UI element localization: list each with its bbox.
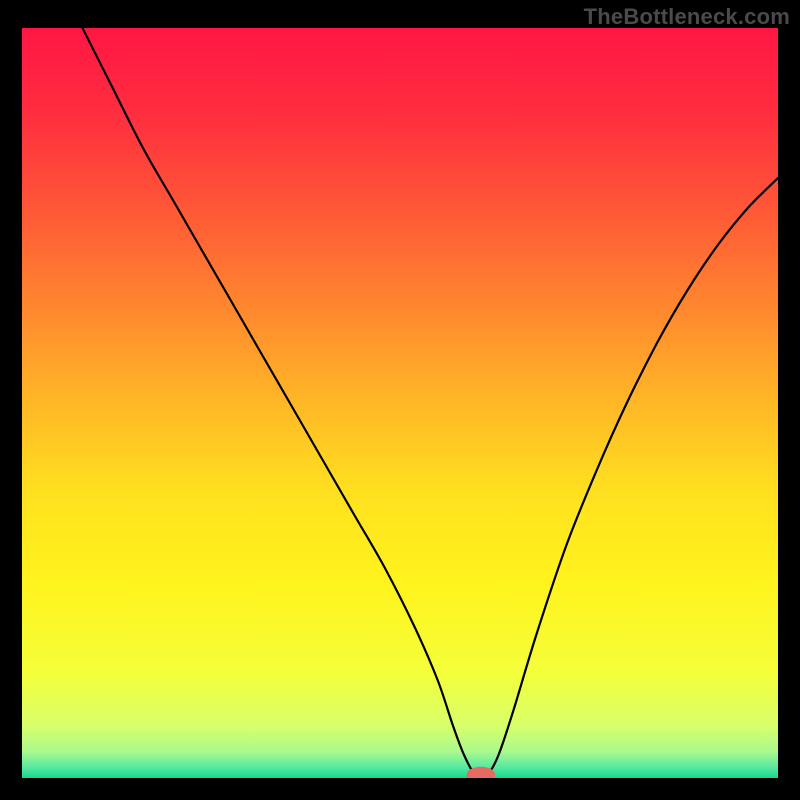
watermark-text: TheBottleneck.com <box>584 4 790 30</box>
plot-area <box>22 28 778 778</box>
plot-svg <box>22 28 778 778</box>
gradient-background <box>22 28 778 778</box>
chart-frame: TheBottleneck.com <box>0 0 800 800</box>
